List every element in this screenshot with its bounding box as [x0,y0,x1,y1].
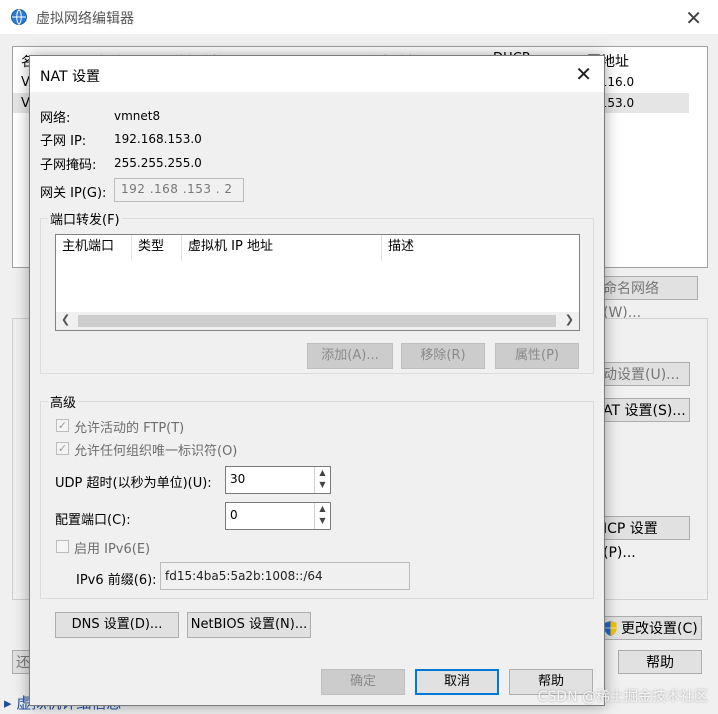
spin-down-icon[interactable]: ▼ [315,479,330,491]
port-forwarding-list[interactable]: 主机端口 类型 虚拟机 IP 地址 描述 ❮ ❯ [55,234,580,331]
config-port-spinner[interactable]: ▲ ▼ [314,503,330,529]
col-description[interactable]: 描述 [382,235,579,261]
rename-network-button[interactable]: 命名网络(W)... [596,276,698,321]
col-vm-ip[interactable]: 虚拟机 IP 地址 [182,235,382,261]
auto-settings-button[interactable]: 动设置(U)... [596,362,690,386]
parent-close-icon[interactable]: ✕ [685,6,702,30]
allow-ftp-checkbox[interactable]: ✓ [56,419,69,432]
udp-timeout-spinner[interactable]: ▲ ▼ [314,467,330,493]
remove-button[interactable]: 移除(R) [401,343,485,369]
dialog-close-icon[interactable]: ✕ [575,62,592,86]
spin-up-icon[interactable]: ▲ [315,503,330,515]
udp-timeout-label: UDP 超时(以秒为单位)(U): [55,476,212,491]
nat-settings-dialog: NAT 设置 ✕ 网络: vmnet8 子网 IP: 192.168.153.0… [29,55,605,706]
properties-button[interactable]: 属性(P) [495,343,579,369]
network-value: vmnet8 [114,109,161,123]
scrollbar-thumb[interactable] [78,315,556,327]
uac-shield-icon [604,621,617,636]
scroll-left-icon[interactable]: ❮ [61,313,70,326]
allow-oui-label: 允许任何组织唯一标识符(O) [74,444,238,459]
config-port-value: 0 [230,508,238,522]
subnet-ip-value: 192.168.153.0 [114,132,202,146]
scroll-right-icon[interactable]: ❯ [565,313,574,326]
network-globe-icon [11,9,27,25]
dialog-title-bar: NAT 设置 ✕ [30,56,604,92]
netbios-settings-button[interactable]: NetBIOS 设置(N)... [187,612,311,638]
ipv6-prefix-label: IPv6 前缀(6): [76,573,157,588]
enable-ipv6-checkbox[interactable] [56,540,69,553]
config-port-label: 配置端口(C): [55,513,131,528]
dialog-title: NAT 设置 [40,69,100,85]
change-settings-button[interactable]: 更改设置(C) [596,616,702,640]
subnet-mask-value: 255.255.255.0 [114,156,202,170]
horizontal-scrollbar[interactable]: ❮ ❯ [56,312,579,330]
ok-button[interactable]: 确定 [321,669,405,695]
cancel-button[interactable]: 取消 [415,669,499,695]
subnet-mask-label: 子网掩码: [40,158,97,173]
col-type[interactable]: 类型 [132,235,182,261]
gateway-label: 网关 IP(G): [40,186,107,201]
parent-window-title: 虚拟网络编辑器 [36,11,134,27]
add-button[interactable]: 添加(A)... [307,343,393,369]
nat-settings-button[interactable]: AT 设置(S)... [596,398,690,422]
config-port-input[interactable]: 0 ▲ ▼ [225,502,331,530]
udp-timeout-value: 30 [230,472,246,486]
parent-title-bar: 虚拟网络编辑器 ✕ [0,0,718,34]
watermark-text: CSDN @稀土掘金技术社区 [537,689,708,705]
allow-ftp-label: 允许活动的 FTP(T) [74,421,185,436]
dhcp-settings-button[interactable]: ICP 设置(P)... [596,516,690,561]
advanced-title: 高级 [48,392,79,411]
spin-up-icon[interactable]: ▲ [315,467,330,479]
ipv6-prefix-input[interactable]: fd15:4ba5:5a2b:1008::/64 [160,562,410,590]
udp-timeout-input[interactable]: 30 ▲ ▼ [225,466,331,494]
col-host-port[interactable]: 主机端口 [56,235,132,261]
change-settings-label: 更改设置(C) [621,621,698,637]
dns-settings-button[interactable]: DNS 设置(D)... [55,612,179,638]
spin-down-icon[interactable]: ▼ [315,515,330,527]
gateway-ip-input[interactable]: 192 .168 .153 . 2 [114,178,244,202]
port-forwarding-title: 端口转发(F) [48,209,122,228]
restore-defaults-button[interactable]: 还 [12,650,30,674]
network-label: 网络: [40,111,71,126]
subnet-ip-label: 子网 IP: [40,134,87,149]
enable-ipv6-label: 启用 IPv6(E) [74,542,151,557]
allow-oui-checkbox[interactable]: ✓ [56,442,69,455]
parent-help-button[interactable]: 帮助 [618,650,702,674]
